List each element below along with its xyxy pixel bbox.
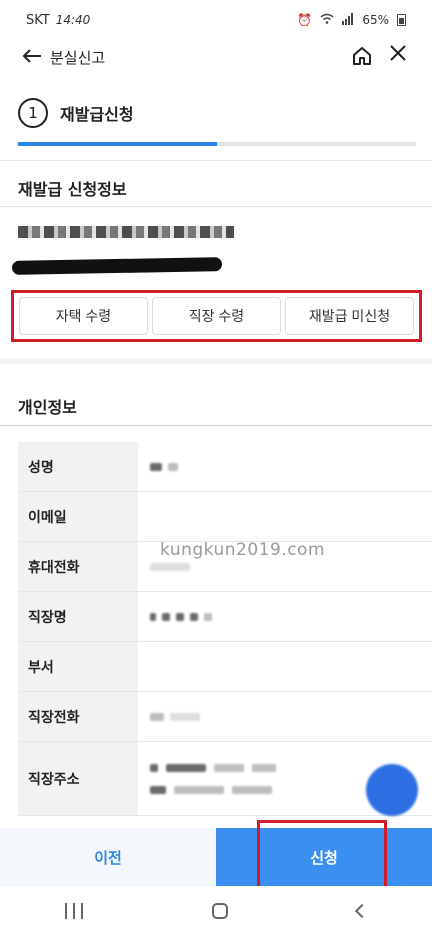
status-left: SKT 14:40 <box>26 13 90 28</box>
back-nav-icon[interactable] <box>355 903 370 919</box>
row-value-redacted <box>138 492 432 541</box>
row-label: 부서 <box>18 642 138 691</box>
signal-icon <box>342 12 354 28</box>
section-divider <box>0 358 432 364</box>
watermark-text: kungkun2019.com <box>160 540 326 560</box>
row-value-redacted <box>138 642 432 691</box>
step-indicator: 1 재발급신청 <box>18 98 134 128</box>
table-row: 직장명 <box>18 592 432 642</box>
prev-button[interactable]: 이전 <box>0 828 216 886</box>
step-title: 재발급신청 <box>60 105 134 124</box>
battery-percent: 65% <box>362 13 389 27</box>
option-work-receive[interactable]: 직장 수령 <box>152 297 281 335</box>
progress-bar <box>18 142 416 146</box>
receive-option-group: 자택 수령 직장 수령 재발급 미신청 <box>11 290 422 342</box>
system-nav-bar <box>0 886 432 936</box>
row-label: 성명 <box>18 442 138 491</box>
divider <box>0 160 432 161</box>
option-no-reissue[interactable]: 재발급 미신청 <box>285 297 414 335</box>
close-icon[interactable] <box>386 43 410 67</box>
status-right: ⏰ 65% <box>297 12 406 28</box>
wifi-icon <box>320 13 334 28</box>
option-home-receive[interactable]: 자택 수령 <box>19 297 148 335</box>
personal-info-table: 성명 이메일 휴대전화 직장명 부서 직장전화 직장주소 <box>18 442 432 816</box>
personal-section-title: 개인정보 <box>18 398 77 417</box>
page-title: 분실신고 <box>50 49 106 67</box>
progress-fill <box>18 142 217 146</box>
row-label: 직장주소 <box>18 742 138 815</box>
redaction-mark <box>11 257 223 275</box>
screen: SKT 14:40 ⏰ 65% 분실신고 1 재발급신청 재발급 신청정보 자택… <box>0 0 432 936</box>
clock: 14:40 <box>55 13 91 27</box>
alarm-icon: ⏰ <box>297 13 313 27</box>
row-value-redacted <box>138 592 432 641</box>
row-value-redacted <box>138 692 432 741</box>
table-row: 직장전화 <box>18 692 432 742</box>
recent-apps-icon[interactable] <box>64 903 83 919</box>
home-nav-icon[interactable] <box>211 903 228 919</box>
row-label: 휴대전화 <box>18 542 138 591</box>
chat-floating-button[interactable] <box>366 764 418 816</box>
home-icon[interactable] <box>350 44 374 68</box>
row-label: 이메일 <box>18 492 138 541</box>
submit-button[interactable]: 신청 <box>216 828 432 886</box>
back-arrow-icon[interactable] <box>20 44 44 68</box>
status-bar: SKT 14:40 ⏰ 65% <box>0 0 432 40</box>
bottom-action-bar: 이전 신청 <box>0 828 432 886</box>
table-row: 부서 <box>18 642 432 692</box>
battery-icon <box>397 14 406 26</box>
divider <box>0 206 432 207</box>
table-row: 이메일 <box>18 492 432 542</box>
divider <box>0 425 432 426</box>
row-value-redacted <box>138 442 432 491</box>
carrier-label: SKT <box>26 12 50 28</box>
reissue-section-title: 재발급 신청정보 <box>18 180 127 199</box>
row-label: 직장전화 <box>18 692 138 741</box>
redacted-text <box>18 226 234 238</box>
row-label: 직장명 <box>18 592 138 641</box>
app-header: 분실신고 <box>0 40 432 74</box>
table-row: 성명 <box>18 442 432 492</box>
step-number: 1 <box>18 98 48 128</box>
